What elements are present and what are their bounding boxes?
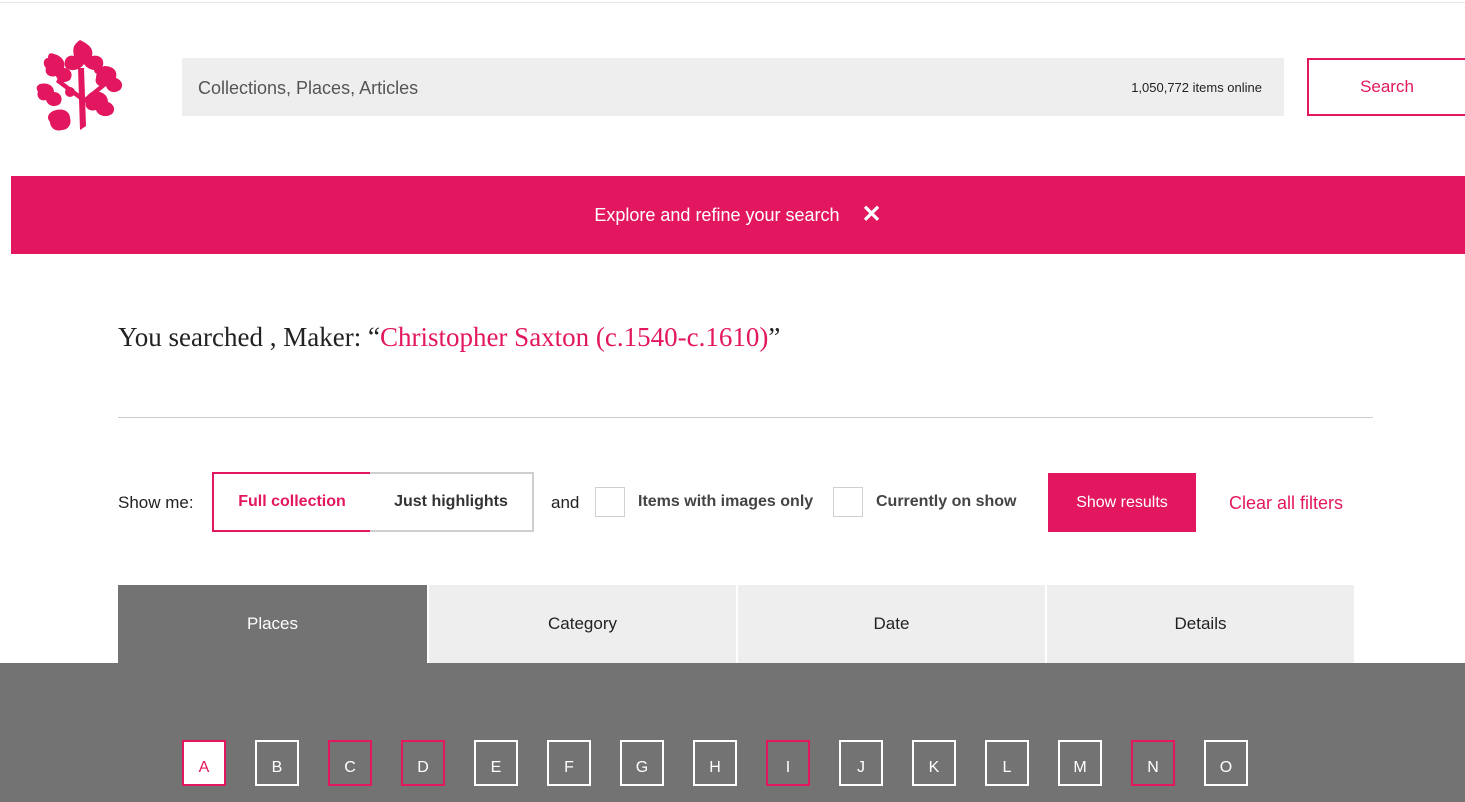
on-show-checkbox[interactable] [833, 487, 863, 517]
letter-e[interactable]: E [474, 740, 518, 786]
refine-search-bar[interactable]: Explore and refine your search ✕ [11, 176, 1465, 254]
letter-i[interactable]: I [766, 740, 810, 786]
facet-tabs: Places Category Date Details [118, 585, 1354, 663]
images-only-label[interactable]: Items with images only [638, 493, 813, 511]
search-summary-prefix: You searched , Maker: [118, 322, 368, 352]
close-quote: ” [768, 322, 781, 352]
and-label: and [551, 493, 580, 512]
items-online-count: 1,050,772 items online [1131, 80, 1262, 95]
national-trust-logo[interactable] [34, 38, 126, 134]
letter-b[interactable]: B [255, 740, 299, 786]
full-collection-button[interactable]: Full collection [212, 472, 372, 532]
search-summary: You searched , Maker: “Christopher Saxto… [118, 322, 780, 353]
open-quote: “ [367, 322, 380, 352]
letter-d[interactable]: D [401, 740, 445, 786]
filter-row: Show me: Full collection Just highlights… [118, 472, 1418, 532]
on-show-label[interactable]: Currently on show [876, 493, 1016, 511]
top-rule [0, 2, 1465, 3]
clear-all-filters-link[interactable]: Clear all filters [1229, 493, 1343, 514]
letter-a[interactable]: A [182, 740, 226, 786]
letter-j[interactable]: J [839, 740, 883, 786]
letter-f[interactable]: F [547, 740, 591, 786]
search-bar: 1,050,772 items online [182, 58, 1284, 118]
oak-leaf-icon [36, 40, 123, 131]
close-icon[interactable]: ✕ [862, 203, 882, 227]
tab-places[interactable]: Places [118, 585, 427, 663]
search-input[interactable] [196, 58, 1040, 118]
show-results-button[interactable]: Show results [1048, 473, 1196, 532]
letter-c[interactable]: C [328, 740, 372, 786]
letter-l[interactable]: L [985, 740, 1029, 786]
letter-h[interactable]: H [693, 740, 737, 786]
letter-n[interactable]: N [1131, 740, 1175, 786]
tab-details[interactable]: Details [1045, 585, 1354, 663]
section-divider [118, 417, 1373, 418]
tab-category[interactable]: Category [427, 585, 736, 663]
show-me-label: Show me: [118, 493, 194, 512]
tab-date[interactable]: Date [736, 585, 1045, 663]
images-only-checkbox[interactable] [595, 487, 625, 517]
refine-search-label: Explore and refine your search [594, 204, 840, 225]
just-highlights-button[interactable]: Just highlights [370, 472, 534, 532]
letter-k[interactable]: K [912, 740, 956, 786]
letter-o[interactable]: O [1204, 740, 1248, 786]
letter-m[interactable]: M [1058, 740, 1102, 786]
search-button[interactable]: Search [1307, 58, 1465, 116]
letter-g[interactable]: G [620, 740, 664, 786]
search-maker-value[interactable]: Christopher Saxton (c.1540-c.1610) [380, 322, 768, 352]
